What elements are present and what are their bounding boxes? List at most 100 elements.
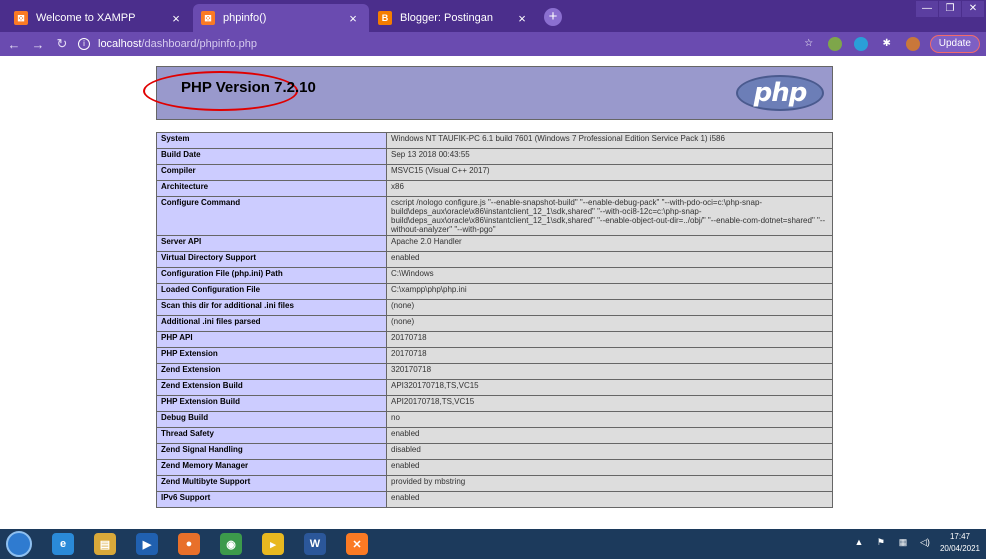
extension-icon[interactable] [853,37,868,51]
row-label: PHP Extension Build [156,395,387,412]
table-row: Debug Build no [156,411,833,428]
ie-icon[interactable]: e [52,533,74,555]
row-label: Zend Memory Manager [156,459,387,476]
tab-title: Welcome to XAMPP [36,12,136,24]
row-value: Windows NT TAUFIK-PC 6.1 build 7601 (Win… [386,132,833,149]
row-label: Additional .ini files parsed [156,315,387,332]
word-icon[interactable]: W [304,533,326,555]
minimize-icon[interactable]: — [916,1,938,17]
row-value: disabled [386,443,833,460]
row-value: cscript /nologo configure.js "--enable-s… [386,196,833,236]
avatar[interactable] [905,37,920,51]
row-label: Configuration File (php.ini) Path [156,267,387,284]
row-value: (none) [386,315,833,332]
row-label: Zend Extension Build [156,379,387,396]
taskbar: e ▤ ▶ ● ◉ ▸ W ✕ ▲ ⚑ ▦ ◁) 17:47 20/04/2021 [0,529,986,559]
row-label: Zend Extension [156,363,387,380]
row-value: enabled [386,427,833,444]
row-label: Loaded Configuration File [156,283,387,300]
row-label: Debug Build [156,411,387,428]
browser-tab-strip: ⊠ Welcome to XAMPP × ⊠ phpinfo() × B Blo… [0,0,986,32]
table-row: Zend Multibyte Support provided by mbstri… [156,475,833,492]
phpinfo-table: System Windows NT TAUFIK-PC 6.1 build 760… [156,132,833,508]
table-row: Loaded Configuration File C:\xampp\php\ph… [156,283,833,300]
forward-icon[interactable]: → [28,37,48,52]
close-window-icon[interactable]: ✕ [962,1,984,17]
row-value: API320170718,TS,VC15 [386,379,833,396]
row-label: IPv6 Support [156,491,387,508]
row-label: Build Date [156,148,387,165]
row-value: C:\xampp\php\php.ini [386,283,833,300]
row-value: Apache 2.0 Handler [386,235,833,252]
blogger-icon: B [378,11,392,25]
row-label: Thread Safety [156,427,387,444]
row-label: Zend Multibyte Support [156,475,387,492]
tab-title: phpinfo() [223,12,267,24]
table-row: Virtual Directory Support enabled [156,251,833,268]
address-bar[interactable]: i localhost/dashboard/phpinfo.php [78,34,838,54]
speaker-icon[interactable]: ◁) [918,537,932,549]
row-value: API20170718,TS,VC15 [386,395,833,412]
tab-phpinfo[interactable]: ⊠ phpinfo() × [193,4,369,32]
row-label: Architecture [156,180,387,197]
row-value: Sep 13 2018 00:43:55 [386,148,833,165]
new-tab-button[interactable]: + [544,8,562,26]
system-tray: ▲ ⚑ ▦ ◁) 17:47 20/04/2021 [852,531,980,555]
table-row: Scan this dir for additional .ini files(… [156,299,833,316]
row-label: Configure Command [156,196,387,236]
table-row: Thread Safety enabled [156,427,833,444]
reload-icon[interactable]: ↻ [52,36,72,52]
close-icon[interactable]: × [345,11,361,26]
tab-welcome-xampp[interactable]: ⊠ Welcome to XAMPP × [6,4,192,32]
tab-blogger[interactable]: B Blogger: Postingan × [370,4,538,32]
table-row: Configuration File (php.ini) Path C:\Wind… [156,267,833,284]
table-row: Zend Signal Handling disabled [156,443,833,460]
row-value: (none) [386,299,833,316]
table-row: Compiler MSVC15 (Visual C++ 2017) [156,164,833,181]
php-logo: php [736,75,824,111]
xampp-taskbar-icon[interactable]: ✕ [346,533,368,555]
restore-icon[interactable]: ❐ [939,1,961,17]
chevron-up-icon[interactable]: ▲ [852,537,866,549]
clock-date: 20/04/2021 [939,544,980,553]
row-value: 320170718 [386,363,833,380]
info-icon[interactable]: i [78,38,90,50]
media-player-icon[interactable]: ▶ [136,533,158,555]
row-value: MSVC15 (Visual C++ 2017) [386,164,833,181]
network-icon[interactable]: ▦ [896,537,910,549]
flag-icon[interactable]: ⚑ [874,537,888,549]
row-label: Zend Signal Handling [156,443,387,460]
close-icon[interactable]: × [514,11,530,26]
browser-toolbar: ← → ↻ i localhost/dashboard/phpinfo.php … [0,32,986,56]
toolbar-actions: ☆ ✱ Update [790,35,980,53]
row-label: PHP API [156,331,387,348]
start-button[interactable] [6,531,32,557]
page-content: PHP Version 7.2.10 php System Windows NT … [0,56,986,529]
back-icon[interactable]: ← [4,37,24,52]
extensions-puzzle-icon[interactable]: ✱ [880,37,894,51]
chrome-icon[interactable]: ◉ [220,533,242,555]
row-label: Server API [156,235,387,252]
table-row: PHP Extension 20170718 [156,347,833,364]
table-row: Additional .ini files parsed (none) [156,315,833,332]
row-value: 20170718 [386,331,833,348]
table-row: PHP API 20170718 [156,331,833,348]
table-row: PHP Extension Build API20170718,TS,VC15 [156,395,833,412]
tab-title: Blogger: Postingan [400,12,493,24]
row-value: enabled [386,491,833,508]
window-controls: — ❐ ✕ [915,1,984,17]
row-value: x86 [386,180,833,197]
url-host: localhost [98,38,142,50]
row-label: Compiler [156,164,387,181]
explorer-icon[interactable]: ▤ [94,533,116,555]
close-icon[interactable]: × [168,11,184,26]
row-label: Scan this dir for additional .ini files [156,299,387,316]
table-row: Build Date Sep 13 2018 00:43:55 [156,148,833,165]
update-button[interactable]: Update [929,35,980,53]
potplayer-icon[interactable]: ▸ [262,533,284,555]
bookmark-star-icon[interactable]: ☆ [802,37,816,51]
clock-time: 17:47 [949,532,970,541]
firefox-icon[interactable]: ● [178,533,200,555]
clock[interactable]: 17:47 20/04/2021 [940,531,980,555]
extension-icon[interactable] [827,37,842,51]
